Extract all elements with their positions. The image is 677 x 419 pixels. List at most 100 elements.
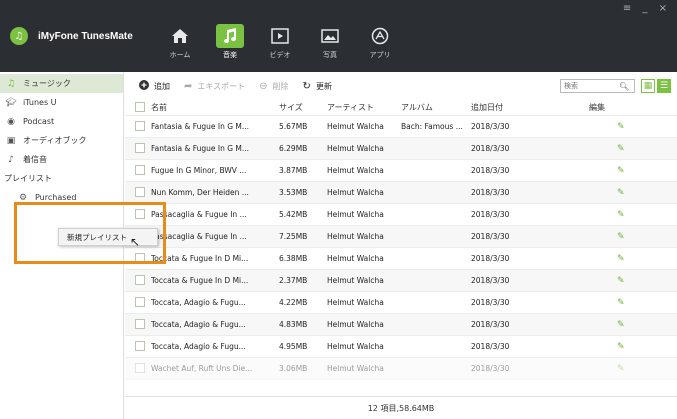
nav-apps[interactable]: アプリ <box>355 20 405 64</box>
export-button-label: エキスポート <box>197 81 246 91</box>
title-bar: ≡ _ × ♫ iMyFone TunesMate ホーム 音楽 ビデオ 写真 … <box>0 0 677 72</box>
gear-icon: ⚙ <box>18 192 28 203</box>
row-checkbox[interactable] <box>135 142 145 153</box>
pencil-icon[interactable]: ✎ <box>617 276 625 286</box>
table-row[interactable]: Toccata & Fugue In D Mi... 6.38MB Helmut W… <box>125 248 677 270</box>
window-controls[interactable]: ≡ _ × <box>623 3 671 14</box>
podcast-icon: ◉ <box>7 116 15 127</box>
table-row[interactable]: Toccata & Fugue In D Mi... 2.37MB Helmut W… <box>125 270 677 292</box>
sidebar-item-purchased[interactable]: ⚙ Purchased <box>0 188 123 207</box>
cell-artist: Helmut Walcha <box>327 188 384 197</box>
cell-artist: Helmut Walcha <box>327 342 384 351</box>
delete-button[interactable]: ⊖ 削除 <box>259 81 288 92</box>
video-icon <box>266 24 294 48</box>
row-checkbox[interactable] <box>135 120 145 131</box>
table-row[interactable]: Passacaglia & Fugue In ... 5.42MB Helmut W… <box>125 204 677 226</box>
cell-artist: Helmut Walcha <box>327 210 384 219</box>
table-row[interactable]: Nun Komm, Der Heiden ... 3.53MB Helmut Wal… <box>125 182 677 204</box>
cell-date: 2018/3/30 <box>471 320 510 329</box>
context-menu-new-playlist[interactable]: 新規プレイリスト <box>58 228 158 246</box>
table-row[interactable]: Fantasia & Fugue In G M... 6.29MB Helmut W… <box>125 138 677 160</box>
search-box: 🔍︎ <box>560 79 635 93</box>
nav-home[interactable]: ホーム <box>155 20 205 64</box>
pencil-icon[interactable]: ✎ <box>617 210 625 220</box>
nav-video-label: ビデオ <box>269 51 291 59</box>
sidebar-item-audiobook[interactable]: ▣ オーディオブック <box>0 131 123 150</box>
cell-name: Passacaglia & Fugue In ... <box>151 232 247 241</box>
grid-view-button[interactable]: ▦ <box>641 79 655 93</box>
pencil-icon[interactable]: ✎ <box>617 188 625 198</box>
cell-size: 6.38MB <box>279 254 308 263</box>
cell-name: Fantasia & Fugue In G M... <box>151 144 250 153</box>
cell-album: Bach: Famous ... <box>401 122 463 131</box>
pencil-icon[interactable]: ✎ <box>617 122 625 132</box>
row-checkbox[interactable] <box>135 362 145 373</box>
header-edit: 編集 <box>589 103 605 112</box>
header-album[interactable]: アルバム <box>401 102 471 113</box>
search-icon[interactable]: 🔍︎ <box>619 82 629 91</box>
pencil-icon[interactable]: ✎ <box>617 166 625 176</box>
row-checkbox[interactable] <box>135 274 145 285</box>
audiobook-icon: ▣ <box>6 135 16 146</box>
sidebar-item-label: Podcast <box>23 117 55 126</box>
header-name[interactable]: 名前 <box>151 102 279 113</box>
refresh-button[interactable]: ↻ 更新 <box>303 81 332 92</box>
select-all-checkbox[interactable] <box>135 101 145 112</box>
row-checkbox[interactable] <box>135 296 145 307</box>
table-row[interactable]: Fugue In G Minor, BWV ... 3.87MB Helmut Wa… <box>125 160 677 182</box>
cell-name: Passacaglia & Fugue In ... <box>151 210 247 219</box>
nav-music[interactable]: 音楽 <box>205 20 255 64</box>
pencil-icon[interactable]: ✎ <box>617 144 625 154</box>
table-row[interactable]: Passacaglia & Fugue In ... 7.25MB Helmut W… <box>125 226 677 248</box>
pencil-icon[interactable]: ✎ <box>617 320 625 330</box>
pencil-icon[interactable]: ✎ <box>617 298 625 308</box>
row-checkbox[interactable] <box>135 252 145 263</box>
cell-size: 3.06MB <box>279 364 308 373</box>
header-date[interactable]: 追加日付 <box>471 102 589 113</box>
sidebar-item-music[interactable]: ♫ ミュージック <box>0 74 123 93</box>
table-row[interactable]: Fantasia & Fugue In G M... 5.67MB Helmut W… <box>125 116 677 138</box>
row-checkbox[interactable] <box>135 208 145 219</box>
cell-date: 2018/3/30 <box>471 166 510 175</box>
cell-date: 2018/3/30 <box>471 232 510 241</box>
table-row[interactable]: Toccata, Adagio & Fugu... 4.83MB Helmut Wa… <box>125 314 677 336</box>
row-checkbox[interactable] <box>135 186 145 197</box>
export-icon: ➦ <box>184 80 193 92</box>
add-button[interactable]: 追加 <box>139 79 170 93</box>
nav-photo[interactable]: 写真 <box>305 20 355 64</box>
cell-size: 7.25MB <box>279 232 308 241</box>
table-row[interactable]: Toccata, Adagio & Fugu... 4.22MB Helmut Wa… <box>125 292 677 314</box>
pencil-icon[interactable]: ✎ <box>617 232 625 242</box>
sidebar-item-itunes-u[interactable]: 🎓︎ iTunes U <box>0 93 123 112</box>
sidebar-item-ringtone[interactable]: ♪ 着信音 <box>0 150 123 169</box>
cell-size: 4.22MB <box>279 298 308 307</box>
sidebar-item-podcast[interactable]: ◉ Podcast <box>0 112 123 131</box>
pencil-icon[interactable]: ✎ <box>617 254 625 264</box>
export-button[interactable]: ➦ エキスポート <box>184 81 245 92</box>
pencil-icon[interactable]: ✎ <box>617 342 625 352</box>
table-row[interactable]: Wachet Auf, Ruft Uns Die... 3.06MB Helmut … <box>125 358 677 380</box>
cell-size: 2.37MB <box>279 276 308 285</box>
plus-circle-icon <box>139 79 149 93</box>
cell-date: 2018/3/30 <box>471 144 510 153</box>
cell-size: 5.42MB <box>279 210 308 219</box>
status-footer: 12 項目,58.64MB <box>125 396 677 419</box>
header-artist[interactable]: アーティスト <box>327 102 401 113</box>
list-view-button[interactable]: ☰ <box>657 79 671 93</box>
cell-date: 2018/3/30 <box>471 276 510 285</box>
table-row[interactable]: Toccata, Adagio & Fugu... 4.95MB Helmut Wa… <box>125 336 677 358</box>
header-size[interactable]: サイズ <box>279 102 327 113</box>
cell-artist: Helmut Walcha <box>327 276 384 285</box>
row-checkbox[interactable] <box>135 340 145 351</box>
pencil-icon[interactable]: ✎ <box>617 364 625 374</box>
nav-video[interactable]: ビデオ <box>255 20 305 64</box>
app-name: iMyFone TunesMate <box>38 30 133 42</box>
home-icon <box>166 24 194 48</box>
search-input[interactable] <box>561 82 619 90</box>
logo-icon: ♫ <box>10 27 28 45</box>
cell-size: 3.87MB <box>279 166 308 175</box>
row-checkbox[interactable] <box>135 164 145 175</box>
row-checkbox[interactable] <box>135 318 145 329</box>
cell-artist: Helmut Walcha <box>327 254 384 263</box>
mouse-cursor-icon: ↖ <box>130 235 141 249</box>
